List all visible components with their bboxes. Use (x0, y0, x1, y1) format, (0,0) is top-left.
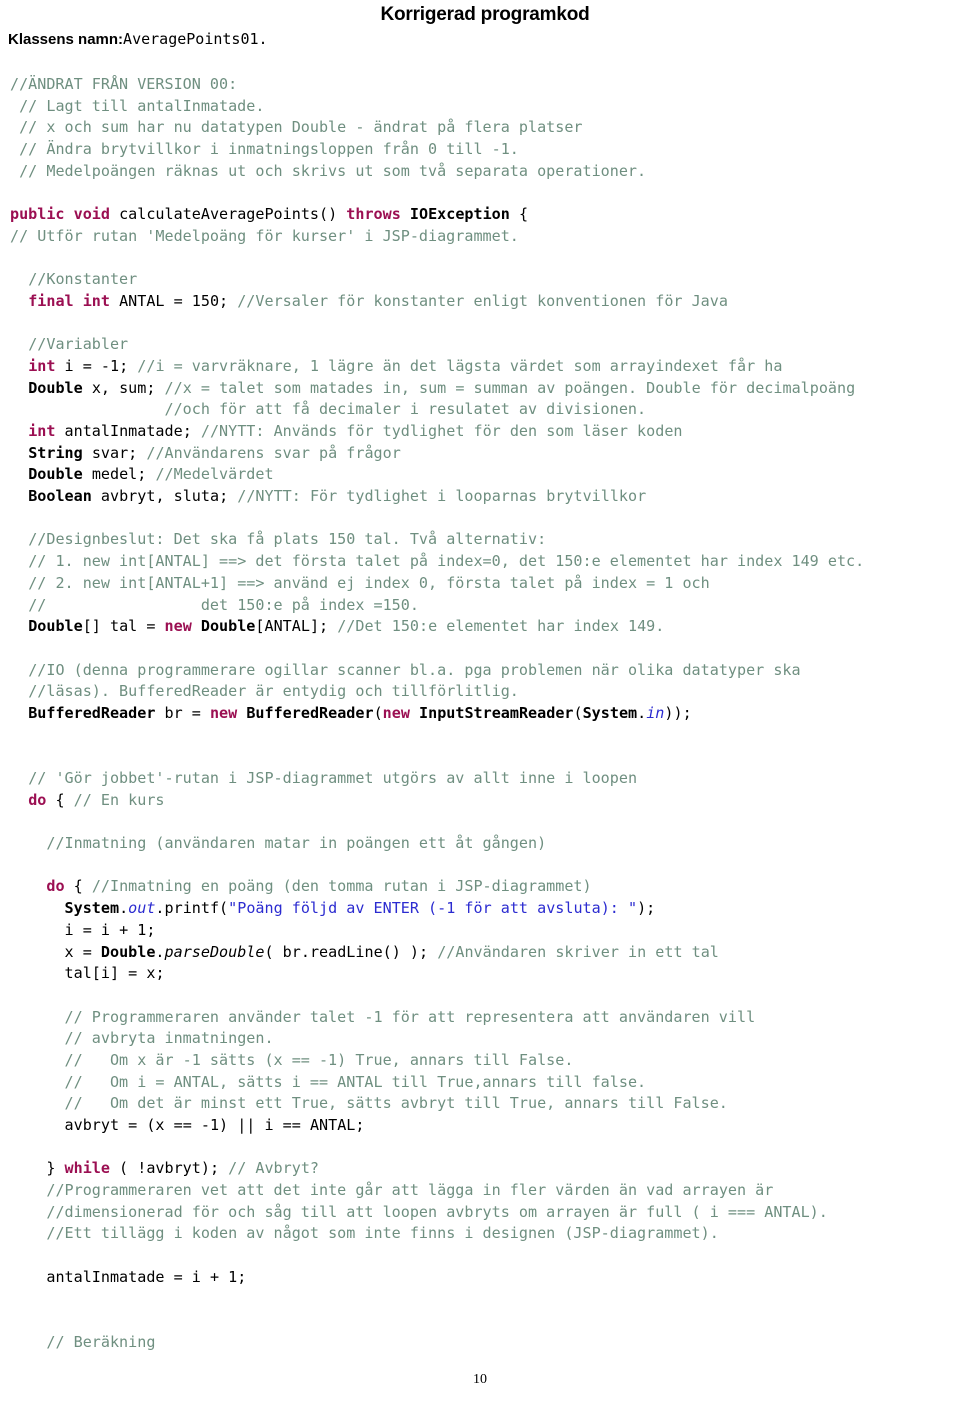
document-page: Korrigerad programkod Klassens namn:Aver… (0, 0, 960, 1403)
code-line: // Beräkning (46, 1332, 156, 1351)
code-line: // x och sum har nu datatypen Double - ä… (19, 118, 583, 137)
code-line: // 'Gör jobbet'-rutan i JSP-diagrammet u… (28, 769, 638, 787)
code-line: BufferedReader br = new BufferedReader(n… (28, 703, 692, 722)
code-line: //ÄNDRAT FRÅN VERSION 00: (10, 75, 238, 93)
code-line: // Om i = ANTAL, sätts i == ANTAL till T… (64, 1072, 647, 1091)
code-line: avbryt = (x == -1) || i == ANTAL; (64, 1116, 365, 1134)
code-line: //dimensionerad för och såg till att loo… (46, 1202, 828, 1221)
code-line: //läsas). BufferedReader är entydig och … (28, 682, 519, 701)
code-line: do { // En kurs (28, 790, 165, 809)
code-line: //Inmatning (användaren matar in poängen… (46, 834, 547, 853)
code-line: int i = -1; //i = varvräknare, 1 lägre ä… (28, 356, 783, 375)
code-line: // Om det är minst ett True, sätts avbry… (64, 1094, 728, 1113)
code-line: } while ( !avbryt); // Avbryt? (10, 1159, 319, 1178)
code-line: public void calculateAveragePoints() thr… (10, 205, 529, 224)
code-line: //Variabler (28, 335, 129, 354)
code-line: // det 150:e på index =150. (28, 595, 419, 614)
code-line: // Programmeraren använder talet -1 för … (64, 1007, 756, 1026)
code-line: // Utför rutan 'Medelpoäng för kurser' i… (10, 226, 519, 245)
code-line: //Programmeraren vet att det inte går at… (46, 1181, 774, 1200)
class-name-line: Klassens namn:AveragePoints01. (8, 30, 268, 49)
code-line: do { //Inmatning en poäng (den tomma rut… (46, 877, 592, 896)
code-line: tal[i] = x; (64, 964, 165, 983)
code-line: // 1. new int[ANTAL] ==> det första tale… (28, 552, 865, 571)
code-line: //och för att få decimaler i resulatet a… (164, 400, 647, 419)
code-line: // Lagt till antalInmatade. (19, 96, 265, 115)
code-block: //ÄNDRAT FRÅN VERSION 00: // Lagt till a… (10, 74, 960, 1354)
code-line: Double medel; //Medelvärdet (28, 465, 274, 484)
page-title: Korrigerad programkod (380, 4, 590, 25)
code-line: System.out.printf("Poäng följd av ENTER … (64, 899, 656, 918)
code-line: Double x, sum; //x = talet som matades i… (28, 378, 856, 397)
code-line: // 2. new int[ANTAL+1] ==> använd ej ind… (28, 573, 710, 592)
class-name-label: Klassens namn: (8, 31, 124, 48)
code-line: Boolean avbryt, sluta; //NYTT: För tydli… (28, 487, 647, 506)
code-line: // avbryta inmatningen. (64, 1029, 274, 1048)
code-line: final int ANTAL = 150; //Versaler för ko… (28, 291, 728, 310)
code-line: // Medelpoängen räknas ut och skrivs ut … (19, 161, 647, 180)
code-line: i = i + 1; (64, 920, 156, 939)
code-line: String svar; //Användarens svar på frågo… (28, 443, 401, 462)
page-number: 10 (473, 1372, 487, 1387)
code-line: x = Double.parseDouble( br.readLine() );… (64, 942, 719, 961)
code-line: Double[] tal = new Double[ANTAL]; //Det … (28, 617, 665, 636)
code-line: //Konstanter (28, 270, 138, 289)
code-line: //Designbeslut: Det ska få plats 150 tal… (28, 530, 547, 549)
code-line: // Ändra brytvillkor i inmatningsloppen … (19, 140, 519, 159)
class-name-value: AveragePoints01. (123, 30, 268, 48)
code-line: int antalInmatade; //NYTT: Används för t… (28, 422, 683, 440)
code-line: //IO (denna programmerare ogillar scanne… (28, 660, 801, 679)
code-line: antalInmatade = i + 1; (46, 1267, 247, 1286)
code-line: //Ett tillägg i koden av något som inte … (46, 1224, 719, 1243)
code-line: // Om x är -1 sätts (x == -1) True, anna… (64, 1050, 574, 1069)
